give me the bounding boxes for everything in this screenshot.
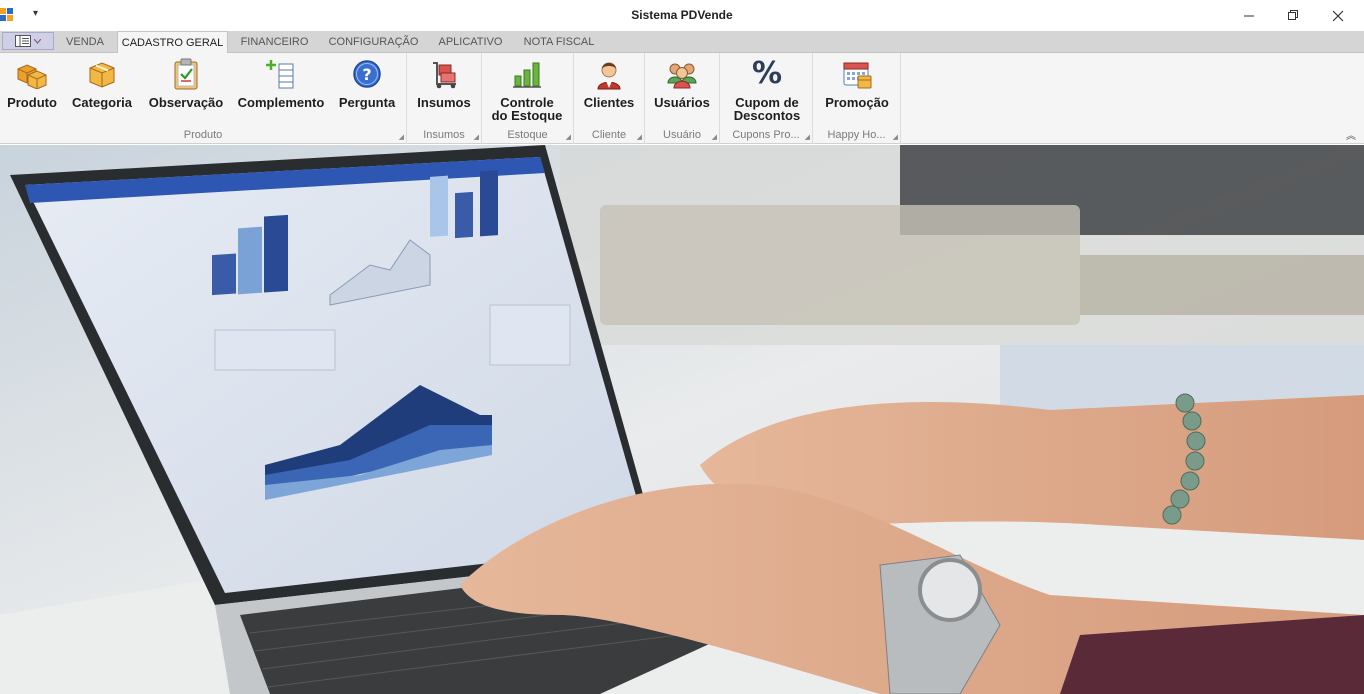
clientes-label: Clientes: [583, 95, 635, 110]
categoria-label: Categoria: [72, 95, 132, 110]
percent-icon: %: [750, 56, 784, 92]
group-label-cupons: Cupons Pro...: [732, 129, 800, 141]
clipboard-check-icon: [169, 56, 203, 92]
group-label-estoque: Estoque: [507, 129, 548, 141]
observacao-label: Observação: [148, 95, 224, 110]
restore-icon: [1287, 10, 1298, 20]
group-insumos: Insumos Insumos ◢: [407, 53, 482, 144]
minimize-icon: [1243, 15, 1254, 17]
group-label-usuario: Usuário: [663, 129, 701, 141]
complemento-label: Complemento: [237, 95, 325, 110]
complemento-button[interactable]: Complemento: [235, 56, 327, 124]
usuarios-button[interactable]: Usuários: [650, 56, 714, 124]
group-label-produto: Produto: [183, 129, 223, 141]
close-button[interactable]: [1315, 0, 1361, 31]
clientes-button[interactable]: Clientes: [579, 56, 639, 124]
help-icon: ?: [350, 56, 384, 92]
hand-truck-icon: [427, 56, 461, 92]
chevron-down-icon: [34, 38, 41, 44]
percent-glyph: %: [751, 56, 783, 91]
group-estoque: Controle do Estoque Estoque ◢: [482, 53, 574, 144]
dialog-launcher-icon[interactable]: ◢: [474, 133, 479, 141]
produto-button[interactable]: Produto: [3, 56, 61, 124]
users-icon: [665, 56, 699, 92]
restore-button[interactable]: [1270, 0, 1316, 31]
tab-cadastro-geral[interactable]: CADASTRO GERAL: [117, 31, 228, 54]
dialog-launcher-icon[interactable]: ◢: [637, 133, 642, 141]
group-label-happy-hour: Happy Ho...: [827, 129, 886, 141]
group-label-cliente: Cliente: [591, 129, 627, 141]
categoria-button[interactable]: Categoria: [68, 56, 136, 124]
group-produto: Produto Categoria Observação Complemento…: [0, 53, 407, 144]
customer-icon: [592, 56, 626, 92]
group-label-insumos: Insumos: [423, 129, 465, 141]
boxes-icon: [15, 56, 49, 92]
cupom-descontos-button[interactable]: % Cupom de Descontos: [728, 56, 806, 124]
calendar-icon: [840, 56, 874, 92]
pergunta-button[interactable]: ? Pergunta: [335, 56, 399, 124]
dialog-launcher-icon[interactable]: ◢: [893, 133, 898, 141]
insumos-label: Insumos: [417, 95, 471, 110]
group-happy-hour: Promoção Happy Ho... ◢: [813, 53, 901, 144]
pergunta-label: Pergunta: [338, 95, 396, 110]
collapse-ribbon-icon[interactable]: ︽: [1346, 127, 1356, 142]
controle-estoque-button[interactable]: Controle do Estoque: [488, 56, 566, 124]
produto-label: Produto: [7, 95, 57, 110]
group-cupons: % Cupom de Descontos Cupons Pro... ◢: [720, 53, 813, 144]
svg-text:?: ?: [362, 65, 371, 84]
promocao-label: Promoção: [825, 95, 889, 110]
minimize-button[interactable]: [1226, 0, 1272, 31]
menu-panel-icon: [15, 35, 31, 47]
insumos-button[interactable]: Insumos: [413, 56, 475, 124]
cupom-descontos-label: Cupom de Descontos: [733, 95, 801, 123]
group-cliente: Clientes Cliente ◢: [574, 53, 645, 144]
tab-financeiro[interactable]: FINANCEIRO: [232, 31, 317, 53]
dialog-launcher-icon[interactable]: ◢: [805, 133, 810, 141]
observacao-button[interactable]: Observação: [145, 56, 227, 124]
tab-venda[interactable]: VENDA: [56, 31, 114, 53]
dialog-launcher-icon[interactable]: ◢: [712, 133, 717, 141]
usuarios-label: Usuários: [654, 95, 710, 110]
tab-aplicativo[interactable]: APLICATIVO: [430, 31, 511, 53]
window-title: Sistema PDVende: [631, 8, 733, 22]
tab-configuracao[interactable]: CONFIGURAÇÃO: [322, 31, 425, 53]
promocao-button[interactable]: Promoção: [821, 56, 893, 124]
dialog-launcher-icon[interactable]: ◢: [566, 133, 571, 141]
laptop-photo-illustration: [0, 145, 1364, 694]
dialog-launcher-icon[interactable]: ◢: [399, 133, 404, 141]
ribbon-panel: Produto Categoria Observação Complemento…: [0, 53, 1364, 144]
box-icon: [85, 56, 119, 92]
bar-chart-icon: [510, 56, 544, 92]
title-bar: ▾ Sistema PDVende: [0, 0, 1364, 31]
background-image: [0, 145, 1364, 694]
group-usuario: Usuários Usuário ◢: [645, 53, 720, 144]
tab-nota-fiscal[interactable]: NOTA FISCAL: [515, 31, 603, 53]
controle-estoque-label: Controle do Estoque: [491, 95, 563, 123]
application-menu-button[interactable]: [2, 32, 54, 50]
close-icon: [1332, 10, 1344, 21]
list-add-icon: [264, 56, 298, 92]
ribbon-tab-strip: VENDA CADASTRO GERAL FINANCEIRO CONFIGUR…: [0, 31, 1364, 54]
